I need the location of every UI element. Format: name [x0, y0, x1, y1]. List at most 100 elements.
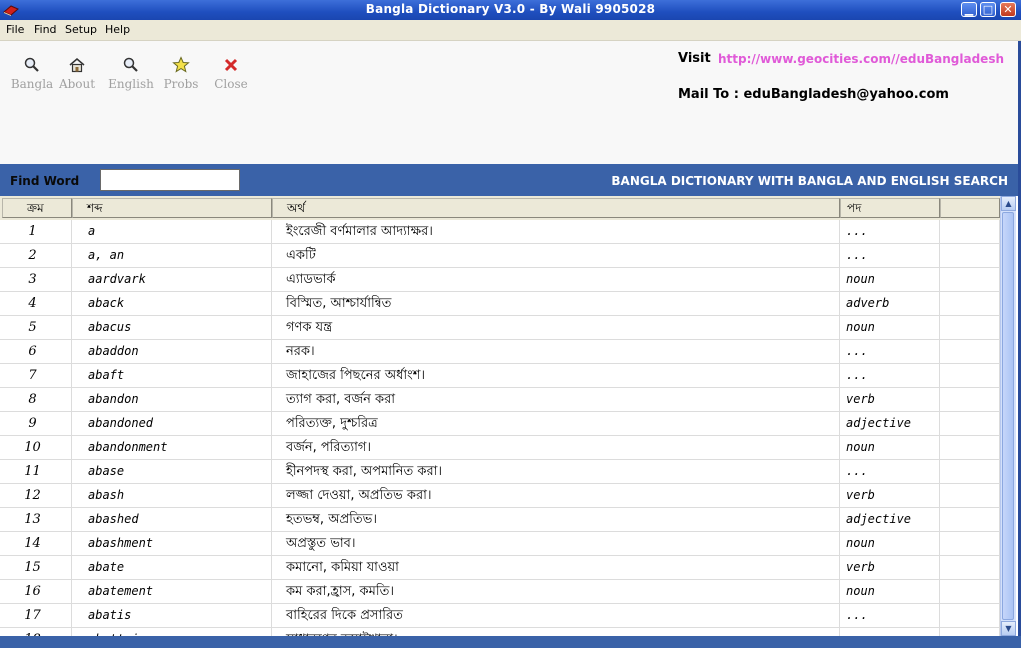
row-serial: 14 [0, 532, 72, 555]
maximize-icon: □ [982, 3, 994, 16]
row-empty-cell [940, 532, 1000, 555]
vertical-scrollbar[interactable]: ▲ ▼ [1000, 196, 1016, 636]
bangla-search-button[interactable]: Bangla [9, 55, 55, 91]
row-part-of-speech: ... [840, 604, 940, 627]
table-row[interactable]: 4 aback বিস্মিত, আশ্চার্যান্বিত adverb [0, 292, 1000, 316]
row-meaning: বাহিরের দিকে প্রসারিত [272, 604, 840, 627]
row-meaning: একটি [272, 244, 840, 267]
row-part-of-speech: verb [840, 556, 940, 579]
scroll-down-button[interactable]: ▼ [1001, 621, 1016, 636]
row-word: aardvark [72, 268, 272, 291]
header-part-of-speech[interactable]: পদ [840, 198, 940, 218]
scroll-thumb[interactable] [1002, 212, 1014, 620]
row-part-of-speech: ... [840, 244, 940, 267]
row-empty-cell [940, 604, 1000, 627]
table-row[interactable]: 1 a ইংরেজী বর্ণমালার আদ্যাক্ষর।... [0, 220, 1000, 244]
table-row[interactable]: 3 aardvark এ্যাডভার্ক noun [0, 268, 1000, 292]
grid-rows: 1 a ইংরেজী বর্ণমালার আদ্যাক্ষর।... 2 a, an এক… [0, 220, 1000, 636]
row-word: abash [72, 484, 272, 507]
row-word: abaddon [72, 340, 272, 363]
magnifier-icon [9, 55, 55, 75]
menu-setup[interactable]: Setup [65, 23, 97, 36]
header-word[interactable]: শব্দ [72, 198, 272, 218]
row-word: abashment [72, 532, 272, 555]
menu-find[interactable]: Find [34, 23, 57, 36]
row-empty-cell [940, 316, 1000, 339]
probs-label: Probs [163, 77, 199, 91]
table-row[interactable]: 13 abashed হতভম্ব, অপ্রতিভ। adjective [0, 508, 1000, 532]
find-word-label: Find Word [10, 174, 80, 188]
row-serial: 13 [0, 508, 72, 531]
row-part-of-speech: ... [840, 220, 940, 243]
row-serial: 6 [0, 340, 72, 363]
table-row[interactable]: 6 abaddon নরক।... [0, 340, 1000, 364]
table-row[interactable]: 16 abatement কম করা,হ্রাস, কমতি। noun [0, 580, 1000, 604]
table-row[interactable]: 7 abaft জাহাজের পিছনের অর্ধাংশ।... [0, 364, 1000, 388]
find-word-input[interactable] [100, 169, 240, 191]
row-part-of-speech: noun [840, 436, 940, 459]
row-part-of-speech: noun [840, 316, 940, 339]
row-meaning: বর্জন, পরিত্যাগ। [272, 436, 840, 459]
menu-help[interactable]: Help [105, 23, 130, 36]
row-part-of-speech: verb [840, 388, 940, 411]
row-serial: 1 [0, 220, 72, 243]
row-serial: 17 [0, 604, 72, 627]
toolbar-area: Bangla About English Probs Close Visit h… [0, 41, 1021, 164]
window-title: Bangla Dictionary V3.0 - By Wali 9905028 [365, 2, 656, 16]
table-row[interactable]: 15 abate কমানো, কমিয়া যাওয়া verb [0, 556, 1000, 580]
table-row[interactable]: 5 abacus গণক যন্ত্র noun [0, 316, 1000, 340]
row-word: abatis [72, 604, 272, 627]
minimize-button[interactable]: ▁ [961, 2, 977, 17]
row-part-of-speech: ... [840, 628, 940, 636]
header-serial[interactable]: ক্রম [2, 198, 72, 218]
row-serial: 10 [0, 436, 72, 459]
about-button[interactable]: About [54, 55, 100, 91]
row-part-of-speech: adverb [840, 292, 940, 315]
row-word: abaft [72, 364, 272, 387]
scroll-up-button[interactable]: ▲ [1001, 196, 1016, 211]
row-empty-cell [940, 484, 1000, 507]
menu-file[interactable]: File [6, 23, 24, 36]
english-label: English [108, 77, 154, 91]
row-serial: 2 [0, 244, 72, 267]
row-meaning: ত্যাগ করা, বর্জন করা [272, 388, 840, 411]
table-row[interactable]: 17 abatis বাহিরের দিকে প্রসারিত... [0, 604, 1000, 628]
header-meaning[interactable]: অর্থ [272, 198, 840, 218]
row-meaning: সাধারণের কসাইখানা। [272, 628, 840, 636]
close-button[interactable]: Close [208, 55, 254, 91]
header-empty [940, 198, 1000, 218]
row-meaning: গণক যন্ত্র [272, 316, 840, 339]
row-meaning: জাহাজের পিছনের অর্ধাংশ। [272, 364, 840, 387]
row-empty-cell [940, 244, 1000, 267]
close-window-button[interactable]: ✕ [1000, 2, 1016, 17]
mail-link[interactable]: Mail To : eduBangladesh@yahoo.com [678, 87, 949, 102]
row-meaning: বিস্মিত, আশ্চার্যান্বিত [272, 292, 840, 315]
row-word: abandonment [72, 436, 272, 459]
row-meaning: হীনপদস্থ করা, অপমানিত করা। [272, 460, 840, 483]
table-row[interactable]: 2 a, an একটি... [0, 244, 1000, 268]
row-word: abate [72, 556, 272, 579]
table-row[interactable]: 9 abandoned পরিত্যক্ত, দুশ্চরিত্র adjective [0, 412, 1000, 436]
probs-button[interactable]: Probs [158, 55, 204, 91]
row-serial: 18 [0, 628, 72, 636]
table-row[interactable]: 18abattoirসাধারণের কসাইখানা।... [0, 628, 1000, 636]
table-row[interactable]: 12 abash লজ্জা দেওয়া, অপ্রতিভ করা। verb [0, 484, 1000, 508]
home-icon [54, 55, 100, 75]
website-link[interactable]: http://www.geocities.com//eduBangladesh [718, 52, 1004, 66]
english-search-button[interactable]: English [108, 55, 154, 91]
row-meaning: অপ্রস্তুত ভাব। [272, 532, 840, 555]
close-window-icon: ✕ [1003, 3, 1013, 16]
row-word: abattoir [72, 628, 272, 636]
row-serial: 9 [0, 412, 72, 435]
table-row[interactable]: 8 abandon ত্যাগ করা, বর্জন করা verb [0, 388, 1000, 412]
row-serial: 5 [0, 316, 72, 339]
row-word: aback [72, 292, 272, 315]
row-meaning: এ্যাডভার্ক [272, 268, 840, 291]
row-empty-cell [940, 364, 1000, 387]
table-row[interactable]: 10 abandonment বর্জন, পরিত্যাগ। noun [0, 436, 1000, 460]
menu-bar: File Find Setup Help [0, 20, 1021, 41]
maximize-button[interactable]: □ [980, 2, 996, 17]
table-row[interactable]: 14 abashment অপ্রস্তুত ভাব। noun [0, 532, 1000, 556]
visit-label: Visit [678, 51, 711, 66]
table-row[interactable]: 11 abase হীনপদস্থ করা, অপমানিত করা।... [0, 460, 1000, 484]
